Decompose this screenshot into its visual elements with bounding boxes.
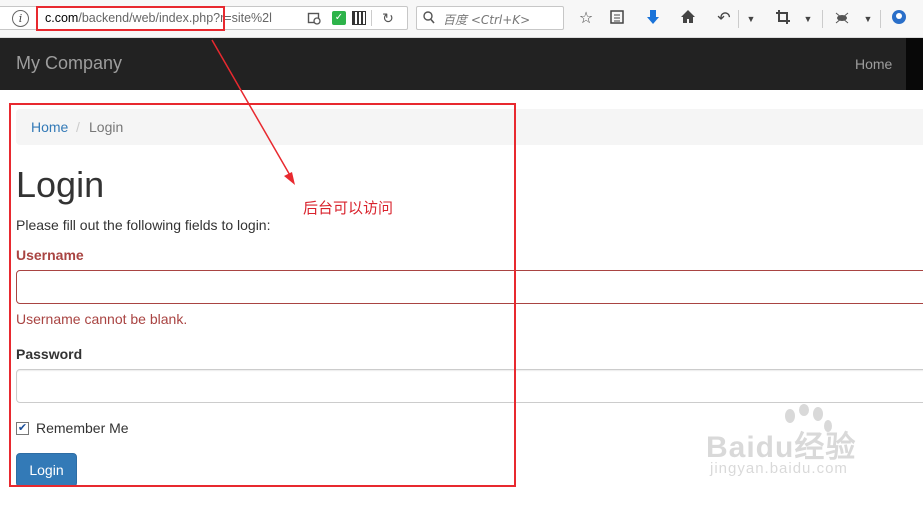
- annotation-note: 后台可以访问: [303, 199, 394, 217]
- watermark-domain: jingyan.baidu.com: [710, 460, 848, 477]
